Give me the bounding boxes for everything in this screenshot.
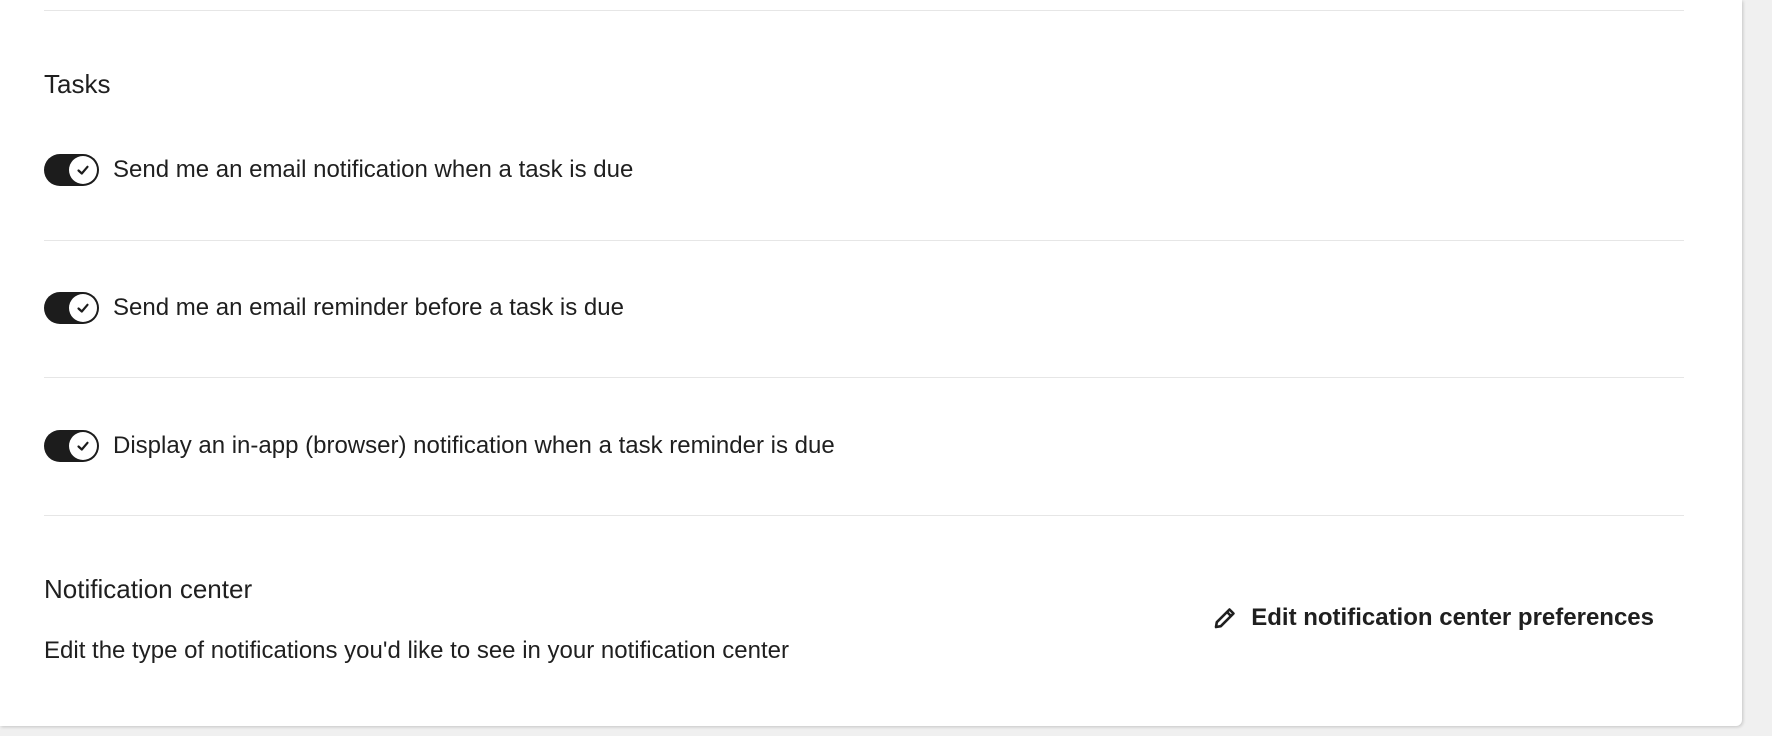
task-reminder-email-label: Send me an email reminder before a task … (113, 294, 624, 321)
top-divider (44, 10, 1684, 11)
in-app-reminder-setting: Display an in-app (browser) notification… (44, 429, 835, 463)
row-divider (44, 240, 1684, 241)
in-app-reminder-label: Display an in-app (browser) notification… (113, 432, 835, 459)
task-reminder-email-toggle[interactable] (44, 292, 99, 324)
toggle-knob (69, 156, 97, 184)
pencil-icon (1211, 604, 1239, 632)
task-due-email-toggle[interactable] (44, 154, 99, 186)
settings-card: Tasks Send me an email notification when… (0, 0, 1742, 726)
task-due-email-setting: Send me an email notification when a tas… (44, 153, 633, 187)
edit-preferences-label: Edit notification center preferences (1251, 604, 1654, 631)
notification-center-description: Edit the type of notifications you'd lik… (44, 637, 790, 664)
notification-center-title: Notification center (44, 574, 253, 604)
checkmark-icon (77, 303, 89, 313)
task-due-email-label: Send me an email notification when a tas… (113, 156, 634, 183)
in-app-reminder-toggle[interactable] (44, 430, 99, 462)
checkmark-icon (77, 441, 89, 451)
row-divider (44, 377, 1684, 378)
tasks-section-title: Tasks (44, 69, 111, 99)
toggle-knob (69, 294, 97, 322)
task-reminder-email-setting: Send me an email reminder before a task … (44, 291, 624, 325)
checkmark-icon (77, 165, 89, 175)
toggle-knob (69, 432, 97, 460)
edit-notification-center-preferences-button[interactable]: Edit notification center preferences (1211, 604, 1654, 632)
row-divider (44, 515, 1684, 516)
